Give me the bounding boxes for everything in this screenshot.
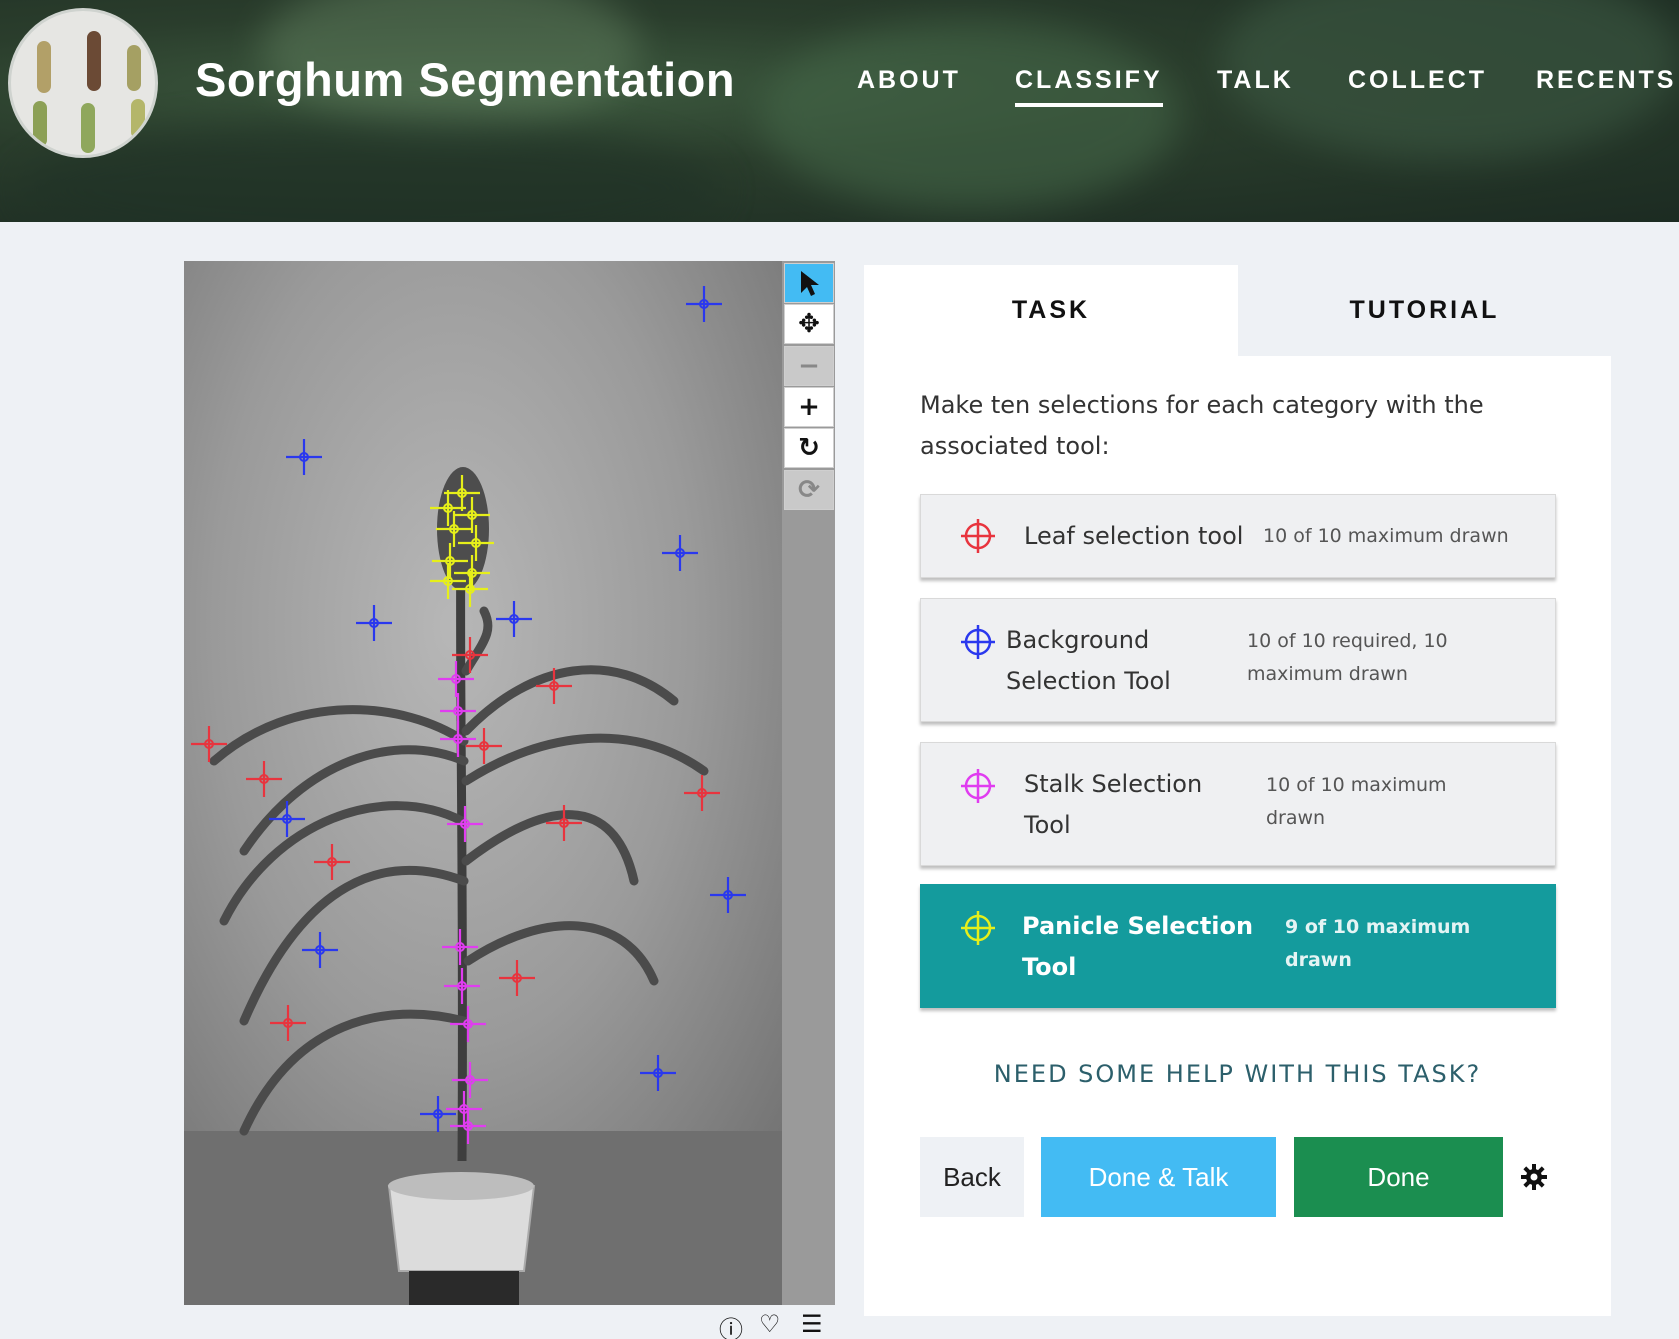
avatar-grain <box>37 41 51 93</box>
back-button[interactable]: Back <box>920 1137 1024 1217</box>
avatar-grain <box>33 101 47 147</box>
project-avatar[interactable] <box>8 8 158 158</box>
help-link[interactable]: NEED SOME HELP WITH THIS TASK? <box>864 1060 1611 1088</box>
avatar-grain <box>81 103 95 153</box>
done-and-talk-button[interactable]: Done & Talk <box>1041 1137 1276 1217</box>
avatar-grain <box>131 99 145 139</box>
task-instruction: Make ten selections for each category wi… <box>920 391 1484 460</box>
task-panel: TASK TUTORIAL Make ten selections for ea… <box>864 265 1611 1316</box>
crosshair-icon <box>961 769 995 803</box>
move-icon[interactable]: ✥ <box>784 304 834 344</box>
reset-icon[interactable]: ⟳ <box>784 470 834 510</box>
tool-name: Panicle Selection Tool <box>1022 912 1254 981</box>
pointer-glyph <box>801 271 819 296</box>
tool-count: 10 of 10 maximum drawn <box>1263 525 1509 547</box>
subject-image[interactable] <box>184 261 782 1305</box>
tool-name: Leaf selection tool <box>1024 522 1244 550</box>
gear-icon[interactable] <box>1520 1163 1548 1191</box>
subject-viewer[interactable] <box>184 261 782 1305</box>
crosshair-icon <box>961 625 995 659</box>
rotate-icon[interactable]: ↻ <box>784 428 834 468</box>
pointer-icon[interactable] <box>784 263 834 303</box>
project-header: Sorghum Segmentation ABOUT CLASSIFY TALK… <box>0 0 1679 222</box>
crosshair-icon <box>961 519 995 553</box>
avatar-grain <box>87 31 101 91</box>
crosshair-icon <box>961 911 995 945</box>
zoom-out-icon[interactable]: − <box>784 346 834 386</box>
tool-leaf-selection[interactable]: Leaf selection tool 10 of 10 maximum dra… <box>920 494 1556 578</box>
project-title[interactable]: Sorghum Segmentation <box>195 52 735 107</box>
nav-collect[interactable]: COLLECT <box>1348 66 1487 95</box>
tab-tutorial[interactable]: TUTORIAL <box>1238 265 1611 356</box>
favorite-icon[interactable]: ♡ <box>759 1310 781 1338</box>
nav-about[interactable]: ABOUT <box>857 66 961 95</box>
nav-recents[interactable]: RECENTS <box>1536 66 1676 95</box>
avatar-grain <box>127 45 141 91</box>
tool-name: Background Selection Tool <box>1006 626 1171 695</box>
info-icon[interactable]: ⓘ <box>719 1310 743 1339</box>
zoom-in-icon[interactable]: + <box>784 387 834 427</box>
tab-task[interactable]: TASK <box>864 265 1238 356</box>
nav-talk[interactable]: TALK <box>1217 66 1294 95</box>
tool-panicle-selection[interactable]: Panicle Selection Tool 9 of 10 maximum d… <box>920 884 1556 1008</box>
tool-count: 10 of 10 maximum drawn <box>1266 774 1447 829</box>
tool-count: 10 of 10 required, 10 maximum drawn <box>1247 630 1448 685</box>
header-bg-blotch <box>760 20 1180 210</box>
tool-name: Stalk Selection Tool <box>1024 770 1203 839</box>
done-button[interactable]: Done <box>1294 1137 1503 1217</box>
collections-icon[interactable]: ☰ <box>801 1310 823 1338</box>
nav-classify[interactable]: CLASSIFY <box>1015 66 1163 107</box>
tool-stalk-selection[interactable]: Stalk Selection Tool 10 of 10 maximum dr… <box>920 742 1556 866</box>
tool-count: 9 of 10 maximum drawn <box>1285 916 1471 971</box>
tool-background-selection[interactable]: Background Selection Tool 10 of 10 requi… <box>920 598 1556 722</box>
